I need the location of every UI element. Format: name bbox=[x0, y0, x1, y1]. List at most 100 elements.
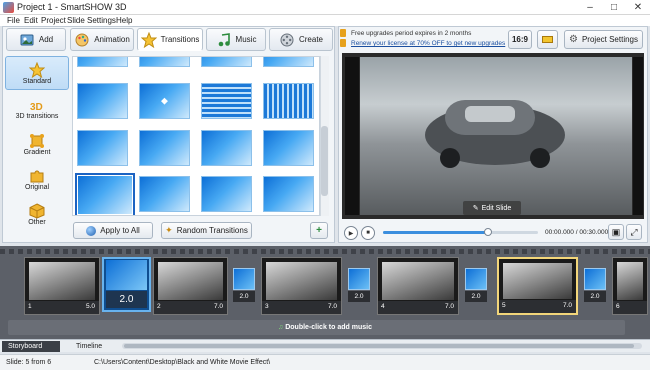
slide-info: 5 7.0 bbox=[499, 300, 576, 313]
transition-thumb[interactable] bbox=[201, 176, 252, 212]
aspect-ratio-label: 16:9 bbox=[511, 35, 528, 44]
music-note-icon: ♫ bbox=[278, 324, 284, 331]
transition-thumb[interactable] bbox=[77, 83, 128, 119]
transition-thumb[interactable] bbox=[263, 176, 314, 212]
transition-thumb[interactable] bbox=[77, 57, 128, 67]
puzzle-icon bbox=[30, 170, 44, 182]
transition-thumb[interactable] bbox=[139, 57, 190, 67]
tab-add[interactable]: Add bbox=[6, 28, 66, 51]
photo-add-icon bbox=[19, 32, 35, 48]
transition-thumb[interactable]: ◆ bbox=[139, 83, 190, 119]
tab-animation[interactable]: Animation bbox=[70, 28, 134, 51]
slide-info: 4 7.0 bbox=[378, 301, 458, 314]
menu-settings[interactable]: Settings bbox=[87, 15, 116, 26]
snapshot-button[interactable]: ▣ bbox=[608, 224, 624, 240]
tab-music[interactable]: Music bbox=[206, 28, 266, 51]
transition-thumb[interactable]: 2.0 bbox=[465, 268, 487, 304]
tab-transitions[interactable]: Transitions bbox=[137, 28, 203, 51]
transition-thumb[interactable] bbox=[77, 130, 128, 166]
slide-image bbox=[266, 262, 337, 300]
magic-wand-icon: ✦ bbox=[165, 225, 173, 235]
apply-to-all-button[interactable]: Apply to All bbox=[73, 222, 153, 239]
storyboard-scrollbar-thumb[interactable] bbox=[124, 344, 634, 348]
transition-thumb[interactable] bbox=[201, 130, 252, 166]
category-list: Standard 3D 3D transitions Gradient Orig… bbox=[5, 56, 69, 231]
slide-number: 5 bbox=[502, 302, 506, 309]
transition-thumb[interactable]: 2.0 bbox=[233, 268, 255, 304]
transition-grid: ◆ bbox=[72, 56, 320, 216]
upgrade-notice: Free upgrades period expires in 2 months bbox=[351, 30, 472, 37]
project-path: C:\Users\Content\Desktop\Black and White… bbox=[94, 359, 271, 366]
film-perforation-right bbox=[633, 57, 643, 215]
license-icon bbox=[340, 39, 346, 47]
slide-thumb[interactable]: 1 5.0 bbox=[24, 257, 100, 315]
transition-thumb[interactable] bbox=[201, 57, 252, 67]
edit-slide-button[interactable]: ✎ Edit Slide bbox=[463, 201, 521, 215]
slide-thumb-selected[interactable]: 5 7.0 bbox=[497, 257, 578, 315]
renew-license-link[interactable]: Renew your license at 70% OFF to get new… bbox=[351, 40, 505, 47]
transition-thumb[interactable]: 2.0 bbox=[348, 268, 370, 304]
slide-info: 2 7.0 bbox=[154, 301, 227, 314]
category-standard[interactable]: Standard bbox=[5, 56, 69, 90]
slide-image bbox=[382, 262, 454, 300]
seek-handle[interactable] bbox=[484, 228, 492, 236]
maximize-button[interactable]: □ bbox=[602, 0, 626, 15]
transition-thumb[interactable] bbox=[139, 130, 190, 166]
app-logo-icon bbox=[3, 2, 14, 13]
project-settings-button[interactable]: ⚙ Project Settings bbox=[564, 30, 643, 49]
menu-project[interactable]: Project bbox=[41, 15, 66, 26]
car-graphic bbox=[420, 80, 570, 170]
play-button[interactable]: ▶ bbox=[344, 226, 358, 240]
slide-thumb[interactable]: 6 bbox=[612, 257, 648, 315]
film-reel-icon bbox=[279, 32, 295, 48]
slide-thumb[interactable]: 3 7.0 bbox=[261, 257, 342, 315]
close-button[interactable]: ✕ bbox=[626, 0, 650, 15]
transition-thumb[interactable] bbox=[201, 83, 252, 119]
slide-image bbox=[617, 262, 643, 300]
category-gradient[interactable]: Gradient bbox=[5, 127, 69, 161]
grid-scrollbar-thumb[interactable] bbox=[321, 126, 328, 196]
storyboard-top-strip bbox=[0, 249, 650, 254]
tab-create[interactable]: Create bbox=[269, 28, 333, 51]
category-original[interactable]: Original bbox=[5, 162, 69, 196]
stop-icon: ■ bbox=[366, 230, 370, 236]
camera-icon: ▣ bbox=[611, 226, 621, 237]
transition-thumb[interactable] bbox=[139, 176, 190, 212]
category-other-label: Other bbox=[28, 218, 46, 226]
aspect-ratio-button[interactable]: 16:9 bbox=[508, 30, 532, 49]
minimize-button[interactable]: – bbox=[578, 0, 602, 15]
transition-thumb[interactable] bbox=[263, 57, 314, 67]
add-transition-button[interactable]: + bbox=[310, 222, 328, 239]
menu-edit[interactable]: Edit bbox=[24, 15, 38, 26]
slide-thumb[interactable]: 2 7.0 bbox=[153, 257, 228, 315]
stop-button[interactable]: ■ bbox=[361, 226, 375, 240]
tab-timeline[interactable]: Timeline bbox=[70, 341, 118, 352]
category-other[interactable]: Other bbox=[5, 197, 69, 231]
add-icon: + bbox=[316, 225, 322, 236]
background-button[interactable] bbox=[537, 30, 558, 49]
transition-thumb-selected[interactable] bbox=[75, 173, 135, 215]
slide-image bbox=[503, 263, 572, 299]
slide-counter: Slide: 5 from 6 bbox=[6, 359, 52, 366]
transition-thumb[interactable] bbox=[263, 130, 314, 166]
gradient-icon bbox=[30, 133, 44, 148]
upgrade-icon bbox=[340, 29, 346, 37]
tab-transitions-label: Transitions bbox=[160, 35, 200, 44]
menu-file[interactable]: File bbox=[7, 15, 20, 26]
diamond-icon: ◆ bbox=[161, 95, 168, 106]
menu-bar: File Edit Project Slide Settings Help bbox=[0, 15, 650, 26]
project-settings-label: Project Settings bbox=[581, 35, 638, 44]
category-3d[interactable]: 3D 3D transitions bbox=[5, 92, 69, 126]
menu-slide[interactable]: Slide bbox=[67, 15, 85, 26]
fullscreen-button[interactable]: ⤢ bbox=[626, 224, 642, 240]
menu-help[interactable]: Help bbox=[116, 15, 132, 26]
slide-thumb[interactable]: 4 7.0 bbox=[377, 257, 459, 315]
random-transitions-button[interactable]: ✦ Random Transitions bbox=[161, 222, 252, 239]
seek-progress bbox=[383, 231, 488, 234]
transition-thumb[interactable] bbox=[263, 83, 314, 119]
film-perforation-left bbox=[345, 57, 359, 215]
tab-storyboard[interactable]: Storyboard bbox=[2, 341, 60, 352]
transition-thumb[interactable]: 2.0 bbox=[584, 268, 606, 304]
slide-image bbox=[158, 262, 223, 300]
slide-info: 1 5.0 bbox=[25, 301, 99, 314]
